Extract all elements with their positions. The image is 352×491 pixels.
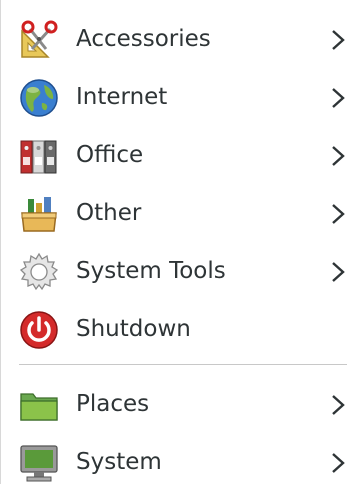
globe-icon [18, 77, 60, 119]
applications-menu: Accessories Internet Office Other System… [0, 0, 352, 484]
chevron-right-icon [331, 261, 345, 283]
computer-monitor-icon [18, 442, 60, 484]
chevron-right-icon [331, 87, 345, 109]
other-box-icon [18, 193, 60, 235]
menu-item-office[interactable]: Office [1, 126, 352, 184]
chevron-right-icon [331, 203, 345, 225]
folder-icon [18, 384, 60, 426]
gear-icon [18, 251, 60, 293]
menu-item-label: System [76, 449, 162, 475]
menu-item-label: Shutdown [76, 316, 191, 342]
menu-item-places[interactable]: Places [1, 375, 352, 433]
menu-item-label: Internet [76, 84, 168, 110]
menu-item-label: Places [76, 391, 150, 417]
chevron-right-icon [331, 452, 345, 474]
menu-item-accessories[interactable]: Accessories [1, 10, 352, 68]
menu-item-system[interactable]: System [1, 433, 352, 491]
chevron-right-icon [331, 29, 345, 51]
chevron-right-icon [331, 394, 345, 416]
menu-item-label: Other [76, 200, 142, 226]
power-icon [18, 309, 60, 351]
menu-item-internet[interactable]: Internet [1, 68, 352, 126]
menu-item-other[interactable]: Other [1, 184, 352, 242]
menu-item-label: System Tools [76, 258, 226, 284]
menu-item-label: Office [76, 142, 144, 168]
accessories-icon [18, 19, 60, 61]
menu-item-shutdown[interactable]: Shutdown [1, 300, 352, 358]
menu-item-label: Accessories [76, 26, 211, 52]
chevron-right-icon [331, 145, 345, 167]
office-binders-icon [18, 135, 60, 177]
menu-item-system-tools[interactable]: System Tools [1, 242, 352, 300]
menu-separator [19, 364, 347, 365]
